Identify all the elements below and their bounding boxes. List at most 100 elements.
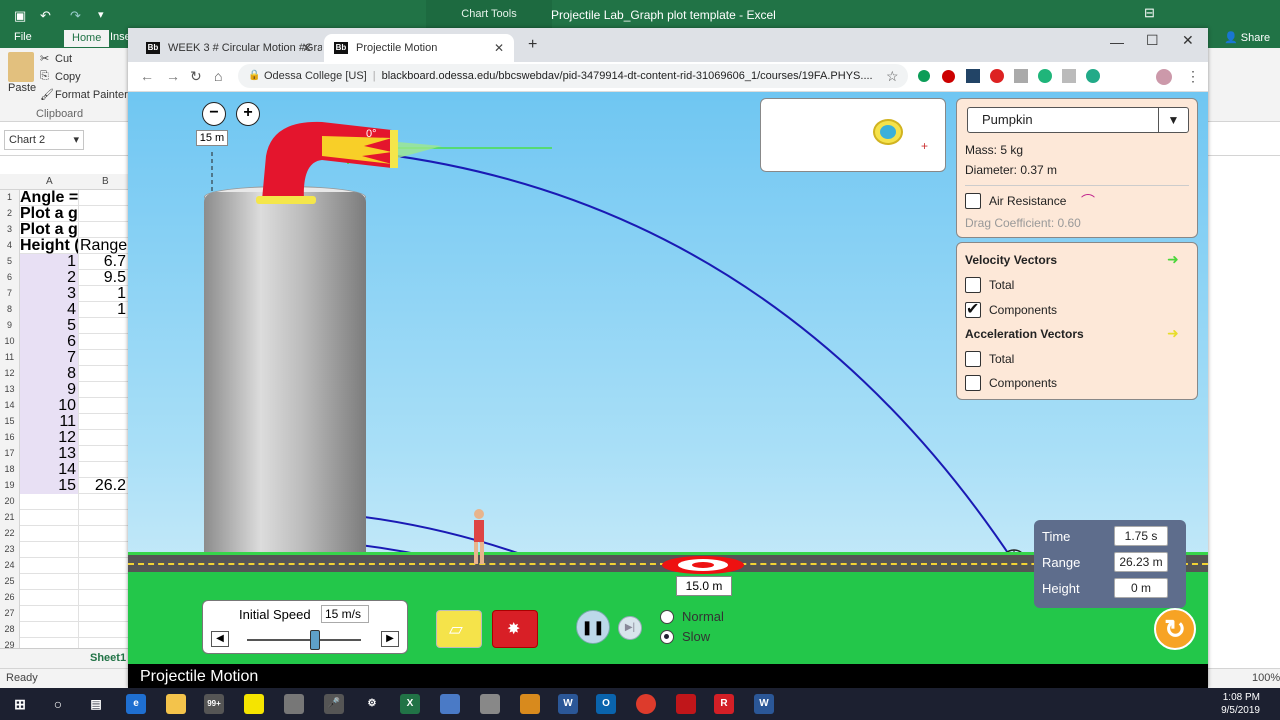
cell-b[interactable]: 6.7 (80, 254, 128, 270)
address-bar[interactable]: 🔒 Odessa College [US] | blackboard.odessa.… (238, 64, 908, 88)
back-icon[interactable]: ← (140, 68, 154, 84)
slow-speed-radio[interactable] (660, 630, 674, 644)
zoom-in-icon[interactable]: + (236, 102, 260, 126)
cell-a[interactable]: 5 (20, 318, 79, 334)
cell-b[interactable] (80, 510, 128, 526)
tab-home[interactable]: Home (64, 30, 110, 47)
row-number[interactable]: 7 (0, 286, 20, 302)
paste-icon[interactable] (8, 52, 34, 82)
row-number[interactable]: 13 (0, 382, 20, 398)
cell-b[interactable] (80, 574, 128, 590)
projectile-dropdown[interactable]: Pumpkin ▼ (967, 107, 1189, 133)
cell-a[interactable]: 10 (20, 398, 79, 414)
cell-a[interactable] (20, 606, 79, 622)
browser-tab-projectile-motion[interactable]: Bb Projectile Motion ✕ (324, 34, 514, 62)
row-number[interactable]: 4 (0, 238, 20, 254)
cell-a[interactable]: 9 (20, 382, 79, 398)
acrobat-icon[interactable] (676, 694, 696, 714)
cell-b[interactable]: Range (m (80, 238, 128, 254)
row-number[interactable]: 20 (0, 494, 20, 510)
cell-a[interactable]: 2 (20, 270, 79, 286)
edge-icon[interactable]: e (126, 694, 146, 714)
cell-a[interactable] (20, 510, 79, 526)
fire-button[interactable]: ✸ (492, 610, 538, 648)
column-header-a[interactable]: A (46, 176, 53, 187)
file-explorer-icon[interactable] (166, 694, 186, 714)
height-label[interactable]: 15 m (196, 130, 228, 146)
close-window-icon[interactable]: ✕ (1182, 32, 1194, 49)
step-button[interactable]: ▶| (618, 616, 642, 640)
minimize-icon[interactable]: — (1110, 34, 1124, 50)
maximize-icon[interactable]: ☐ (1146, 32, 1159, 49)
cell-a[interactable]: 11 (20, 414, 79, 430)
cell-b[interactable] (80, 206, 128, 222)
reset-button[interactable]: ↻ (1154, 608, 1196, 650)
cell-b[interactable] (80, 414, 128, 430)
sheet-tab-sheet1[interactable]: Sheet1 (90, 652, 126, 664)
cell-b[interactable] (80, 622, 128, 638)
row-number[interactable]: 21 (0, 510, 20, 526)
menu-kebab-icon[interactable]: ⋮ (1186, 68, 1200, 85)
forward-icon[interactable]: → (166, 68, 180, 84)
cell-b[interactable]: 26.2 (80, 478, 128, 494)
cell-b[interactable] (80, 366, 128, 382)
cell-b[interactable] (80, 222, 128, 238)
extension-teal-icon[interactable] (1086, 69, 1100, 83)
row-number[interactable]: 28 (0, 622, 20, 638)
row-number[interactable]: 16 (0, 430, 20, 446)
cell-b[interactable] (80, 430, 128, 446)
cell-b[interactable] (80, 350, 128, 366)
brush-icon[interactable]: 🖌 (40, 88, 54, 101)
microphone-icon[interactable]: 🎤 (324, 694, 344, 714)
settings-gear-icon[interactable]: ⚙ (362, 694, 382, 714)
cell-a[interactable] (20, 558, 79, 574)
cell-a[interactable]: 1 (20, 254, 79, 270)
speed-slider-track[interactable] (247, 639, 361, 641)
row-number[interactable]: 15 (0, 414, 20, 430)
cell-a[interactable]: 15 (20, 478, 79, 494)
speed-decrease-button[interactable]: ◀ (211, 631, 229, 647)
browser-tab-week3[interactable]: Bb WEEK 3 # Circular Motion #Grav ✕ (136, 34, 322, 62)
redo-icon[interactable]: ↷ (70, 8, 81, 24)
undo-icon[interactable]: ↶ (40, 8, 51, 24)
row-number[interactable]: 10 (0, 334, 20, 350)
cell-a[interactable]: 8 (20, 366, 79, 382)
share-button[interactable]: 👤 Share (1224, 31, 1270, 44)
home-icon[interactable]: ⌂ (214, 68, 222, 84)
velocity-total-checkbox[interactable] (965, 277, 981, 293)
cell-a[interactable] (20, 622, 79, 638)
row-number[interactable]: 27 (0, 606, 20, 622)
cell-b[interactable] (80, 398, 128, 414)
cannon[interactable] (252, 116, 472, 204)
row-number[interactable]: 9 (0, 318, 20, 334)
row-number[interactable]: 18 (0, 462, 20, 478)
cell-b[interactable]: 1 (80, 302, 128, 318)
cell-b[interactable] (80, 382, 128, 398)
sticky-notes-icon[interactable] (244, 694, 264, 714)
cell-a[interactable]: 12 (20, 430, 79, 446)
extension-red-icon[interactable] (990, 69, 1004, 83)
cell-b[interactable] (80, 558, 128, 574)
speed-increase-button[interactable]: ▶ (381, 631, 399, 647)
row-number[interactable]: 11 (0, 350, 20, 366)
cell-a[interactable] (20, 574, 79, 590)
row-number[interactable]: 14 (0, 398, 20, 414)
cell-a[interactable] (20, 494, 79, 510)
extension-mail-icon[interactable] (1014, 69, 1028, 83)
cell-b[interactable] (80, 334, 128, 350)
cell-b[interactable] (80, 318, 128, 334)
cell-a[interactable]: 3 (20, 286, 79, 302)
mail-icon[interactable]: 99+ (204, 694, 224, 714)
name-box[interactable]: Chart 2 ▾ (4, 130, 84, 150)
row-number[interactable]: 1 (0, 190, 20, 206)
cell-a[interactable]: Plot a graph betwe (20, 222, 79, 238)
cell-b[interactable] (80, 606, 128, 622)
chrome-icon[interactable] (636, 694, 656, 714)
row-number[interactable]: 5 (0, 254, 20, 270)
cell-b[interactable] (80, 526, 128, 542)
target-distance-label[interactable]: 15.0 m (676, 576, 732, 596)
new-tab-icon[interactable]: + (528, 36, 537, 54)
row-number[interactable]: 8 (0, 302, 20, 318)
air-resistance-checkbox[interactable] (965, 193, 981, 209)
cell-b[interactable]: 9.5 (80, 270, 128, 286)
